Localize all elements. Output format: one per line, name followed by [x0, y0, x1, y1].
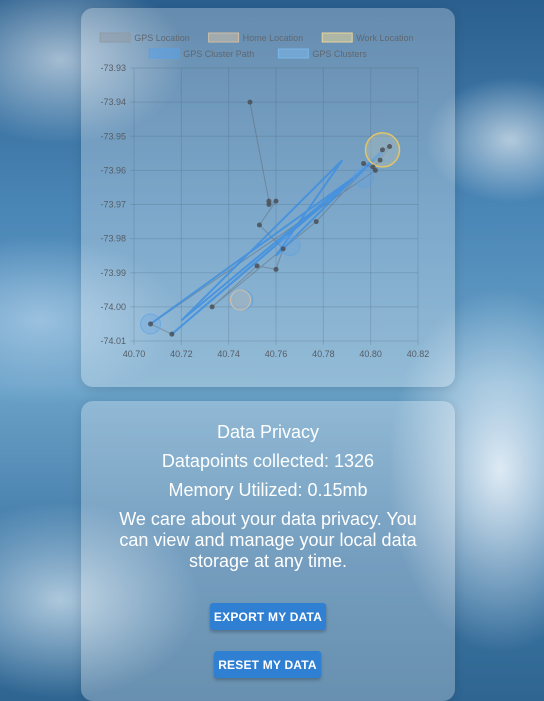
gps-location-line	[149, 102, 392, 335]
privacy-description: We care about your data privacy. You can…	[119, 509, 417, 571]
gps-location-point	[361, 161, 367, 167]
gps-chart-card: GPS Location Home Location Work Location GP…	[81, 8, 455, 387]
home-location-point	[230, 289, 251, 311]
gps-location-point	[380, 147, 385, 153]
x-tick-label: 40.80	[359, 349, 382, 359]
y-tick-label: -73.96	[100, 165, 126, 175]
y-tick-label: -74.00	[100, 302, 126, 312]
legend-label: GPS Location	[134, 33, 190, 43]
y-tick-label: -73.98	[100, 234, 126, 244]
data-privacy-card: Data Privacy Datapoints collected: 1326 …	[81, 401, 455, 701]
gps-location-point	[377, 157, 383, 163]
x-tick-label: 40.76	[265, 349, 288, 359]
y-tick-label: -73.97	[100, 200, 126, 210]
gps-location-point	[148, 321, 154, 327]
legend-label: Home Location	[243, 33, 304, 43]
legend-swatch	[277, 48, 309, 59]
gps-location-point	[209, 304, 215, 310]
legend-item: GPS Location	[99, 32, 190, 43]
legend-item: Work Location	[321, 32, 414, 43]
legend-label: GPS Clusters	[312, 49, 367, 59]
legend-item: Home Location	[208, 32, 304, 43]
gps-location-point	[266, 202, 272, 207]
legend-swatch	[321, 32, 353, 43]
legend-swatch	[99, 32, 131, 43]
gps-location-point	[273, 198, 279, 204]
legend-label: GPS Cluster Path	[183, 49, 254, 59]
legend-swatch	[148, 48, 180, 59]
gps-scatter-chart: GPS Location Home Location Work Location GP…	[99, 32, 430, 359]
gps-cluster-point	[353, 166, 375, 188]
datapoints-collected-text: Datapoints collected: 1326	[161, 451, 375, 471]
export-data-button[interactable]: EXPORT MY DATA	[210, 603, 326, 630]
memory-utilized-text: Memory Utilized: 0.15mb	[168, 480, 368, 500]
gps-location-point	[387, 143, 393, 149]
gps-location-point	[169, 331, 175, 337]
legend-item: GPS Clusters	[277, 48, 367, 59]
privacy-title: Data Privacy	[216, 422, 320, 442]
gps-location-point	[254, 263, 260, 269]
gps-location-point	[372, 167, 378, 173]
y-tick-label: -73.99	[100, 268, 126, 278]
x-tick-label: 40.82	[407, 349, 430, 359]
x-tick-label: 40.70	[123, 349, 146, 359]
gps-location-point	[256, 222, 262, 228]
legend-label: Work Location	[356, 33, 413, 43]
legend-item: GPS Cluster Path	[148, 48, 254, 59]
legend-swatch	[208, 32, 240, 43]
gps-location-point	[247, 99, 253, 105]
reset-data-button[interactable]: RESET MY DATA	[214, 651, 321, 678]
x-tick-label: 40.72	[170, 349, 193, 359]
y-tick-label: -74.01	[100, 336, 126, 346]
x-tick-label: 40.74	[217, 349, 240, 359]
x-tick-label: 40.78	[312, 349, 335, 359]
y-tick-label: -73.94	[100, 97, 126, 107]
gps-location-point	[280, 246, 286, 252]
gps-location-point	[313, 219, 319, 225]
gps-cluster-point	[279, 234, 301, 256]
y-tick-label: -73.95	[100, 131, 126, 141]
gps-location-point	[273, 266, 279, 272]
y-tick-label: -73.93	[100, 63, 126, 73]
